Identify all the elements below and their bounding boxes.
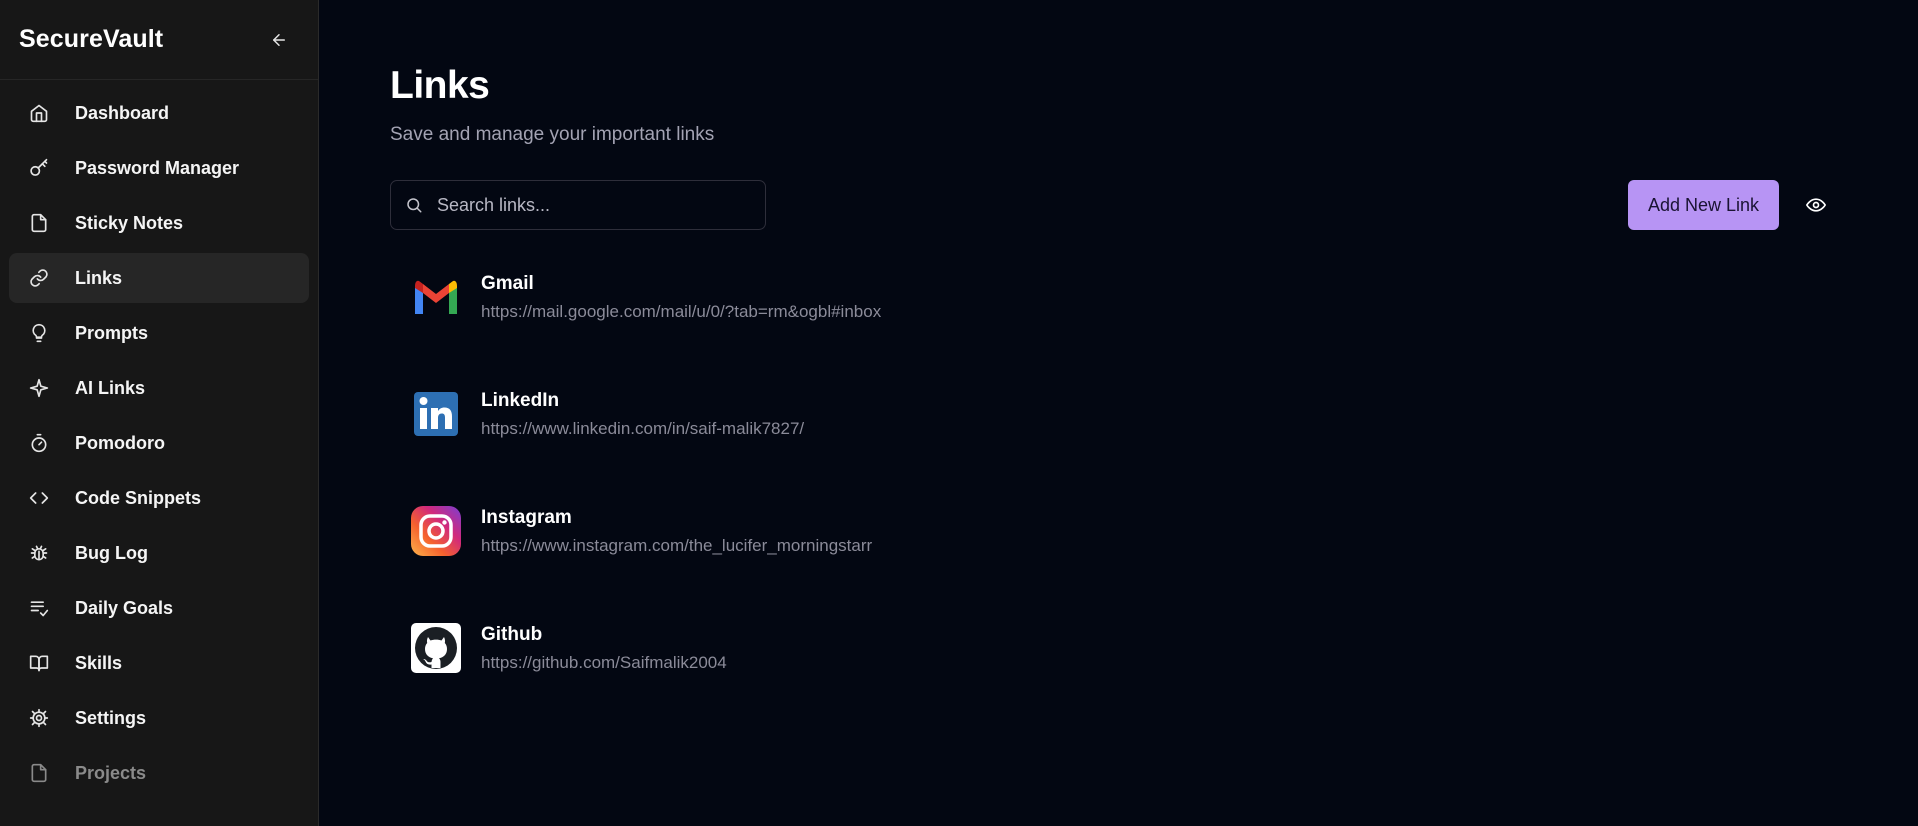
sidebar-item-pomodoro[interactable]: Pomodoro: [9, 418, 309, 468]
bug-icon: [29, 543, 49, 563]
sidebar-item-label: Dashboard: [75, 102, 170, 123]
brand-name: SecureVault: [19, 25, 164, 53]
home-icon: [29, 103, 49, 123]
sidebar-item-label: Prompts: [75, 322, 149, 343]
link-item-gmail[interactable]: Gmail https://mail.google.com/mail/u/0/?…: [411, 272, 1918, 322]
search-icon: [407, 198, 422, 213]
links-list: Gmail https://mail.google.com/mail/u/0/?…: [411, 272, 1918, 673]
toolbar: Add New Link: [390, 180, 1918, 230]
file-icon: [29, 213, 49, 233]
arrow-left-icon: [273, 33, 285, 46]
link-item-linkedin[interactable]: LinkedIn https://www.linkedin.com/in/sai…: [411, 389, 1918, 439]
search-input[interactable]: [437, 194, 751, 216]
sidebar-item-daily-goals[interactable]: Daily Goals: [9, 583, 309, 633]
list-check-icon: [29, 598, 49, 618]
link-icon: [29, 268, 49, 288]
link-item-instagram[interactable]: Instagram https://www.instagram.com/the_…: [411, 506, 1918, 556]
link-name: Gmail: [481, 272, 534, 294]
sidebar-item-label: Settings: [75, 707, 147, 728]
sidebar-item-label: Skills: [75, 652, 123, 673]
lightbulb-icon: [29, 323, 49, 343]
sidebar-item-bug-log[interactable]: Bug Log: [9, 528, 309, 578]
link-name: Instagram: [481, 506, 572, 528]
code-icon: [29, 488, 49, 508]
link-text: Github https://github.com/Saifmalik2004: [481, 624, 727, 673]
gear-icon: [29, 708, 49, 728]
toggle-visibility-button[interactable]: [1803, 192, 1829, 218]
link-url: https://mail.google.com/mail/u/0/?tab=rm…: [481, 301, 882, 321]
sidebar-item-password-manager[interactable]: Password Manager: [9, 143, 309, 193]
link-item-github[interactable]: Github https://github.com/Saifmalik2004: [411, 623, 1918, 673]
sidebar-item-dashboard[interactable]: Dashboard: [9, 88, 309, 138]
sidebar-item-links[interactable]: Links: [9, 253, 309, 303]
file-icon: [29, 763, 49, 783]
link-url: https://www.linkedin.com/in/saif-malik78…: [481, 418, 805, 438]
add-new-link-button[interactable]: Add New Link: [1628, 180, 1779, 230]
eye-icon: [1806, 198, 1826, 212]
sidebar-item-label: Code Snippets: [75, 487, 202, 508]
sidebar-item-label: Password Manager: [75, 157, 240, 178]
gmail-logo: [411, 272, 461, 322]
sidebar-nav: Dashboard Password Manager Sticky Notes …: [0, 80, 318, 806]
search-box[interactable]: [390, 180, 766, 230]
sidebar-item-prompts[interactable]: Prompts: [9, 308, 309, 358]
sidebar-item-code-snippets[interactable]: Code Snippets: [9, 473, 309, 523]
sidebar-item-label: Pomodoro: [75, 432, 165, 453]
linkedin-logo: [411, 389, 461, 439]
link-url: https://github.com/Saifmalik2004: [481, 652, 727, 672]
sidebar-item-label: Projects: [75, 762, 147, 783]
link-name: Github: [481, 623, 543, 645]
instagram-logo: [411, 506, 461, 556]
link-name: LinkedIn: [481, 389, 560, 411]
sidebar-item-label: Links: [75, 267, 123, 288]
key-icon: [29, 158, 49, 178]
sidebar-item-label: AI Links: [75, 377, 146, 398]
sidebar: SecureVault Dashboard Password Manager S…: [0, 0, 319, 826]
sidebar-item-ai-links[interactable]: AI Links: [9, 363, 309, 413]
link-url: https://www.instagram.com/the_lucifer_mo…: [481, 535, 873, 555]
main-content: Links Save and manage your important lin…: [319, 0, 1918, 826]
collapse-sidebar-button[interactable]: [263, 24, 295, 56]
sidebar-header: SecureVault: [0, 0, 318, 80]
sidebar-item-skills[interactable]: Skills: [9, 638, 309, 688]
page-title: Links: [390, 64, 490, 107]
link-text: Gmail https://mail.google.com/mail/u/0/?…: [481, 273, 881, 322]
link-text: LinkedIn https://www.linkedin.com/in/sai…: [481, 390, 804, 439]
sidebar-item-sticky-notes[interactable]: Sticky Notes: [9, 198, 309, 248]
page-subtitle: Save and manage your important links: [390, 124, 715, 145]
book-icon: [29, 653, 49, 673]
app-root: SecureVault Dashboard Password Manager S…: [0, 0, 1918, 826]
sidebar-item-label: Daily Goals: [75, 597, 174, 618]
github-logo: [411, 623, 461, 673]
sidebar-item-label: Sticky Notes: [75, 212, 184, 233]
sidebar-item-settings[interactable]: Settings: [9, 693, 309, 743]
sparkle-icon: [29, 378, 49, 398]
link-text: Instagram https://www.instagram.com/the_…: [481, 507, 872, 556]
sidebar-item-projects[interactable]: Projects: [9, 748, 309, 798]
timer-icon: [29, 433, 49, 453]
sidebar-item-label: Bug Log: [75, 542, 148, 563]
